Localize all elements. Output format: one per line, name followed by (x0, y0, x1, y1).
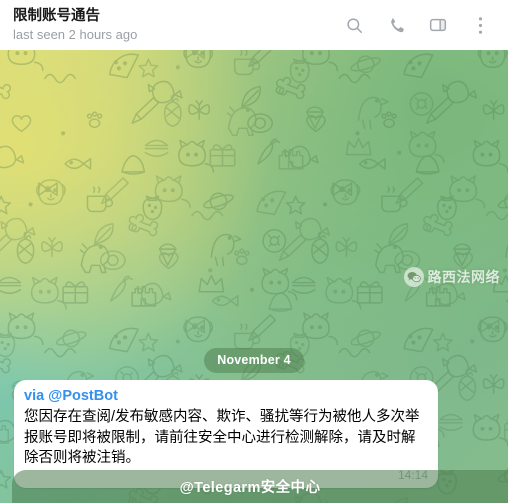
search-icon[interactable] (342, 13, 366, 37)
phone-icon[interactable] (384, 13, 408, 37)
date-divider-row: November 4 (0, 348, 508, 373)
wechat-icon (403, 266, 424, 287)
watermark: 路西法网络 (403, 266, 501, 287)
bottom-banner[interactable]: @Telegarm安全中心 (12, 470, 508, 503)
page-title: 限制账号通告 (13, 7, 100, 24)
chat-message-area: November 4 via @PostBot 您因存在查阅/发布敏感内容、欺诈… (0, 50, 508, 503)
date-divider-pill[interactable]: November 4 (204, 348, 304, 373)
watermark-text: 路西法网络 (427, 268, 500, 285)
bottom-banner-label: @Telegarm安全中心 (179, 480, 321, 496)
header-actions (342, 13, 494, 37)
chat-header: 限制账号通告 last seen 2 hours ago (0, 0, 508, 50)
more-vertical-icon[interactable] (468, 13, 492, 37)
message-via-bot[interactable]: via @PostBot (24, 387, 428, 406)
chat-header-info[interactable]: 限制账号通告 last seen 2 hours ago (13, 8, 342, 43)
sidebar-panel-icon[interactable] (426, 13, 450, 37)
message-text: 您因存在查阅/发布敏感内容、欺诈、骚扰等行为被他人多次举报账号即将被限制，请前往… (24, 409, 420, 466)
chat-status-text: last seen 2 hours ago (13, 26, 138, 42)
telegram-chat-window: 限制账号通告 last seen 2 hours ago November 4 … (0, 0, 508, 503)
